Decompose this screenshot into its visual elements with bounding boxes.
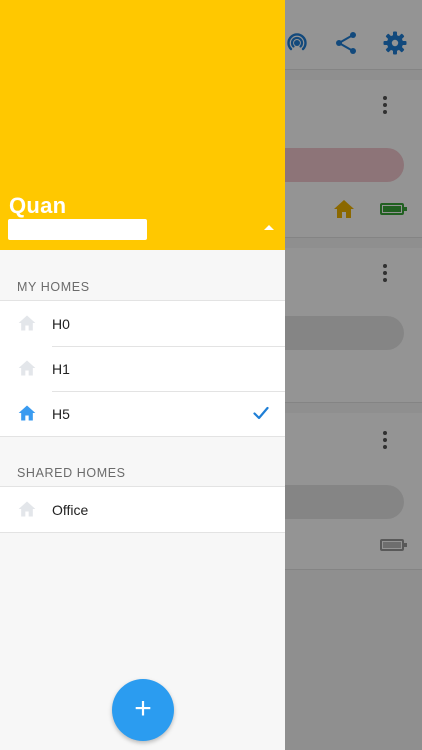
home-icon [18, 360, 36, 376]
home-item-label: H0 [52, 315, 70, 332]
drawer-header: Quan [0, 0, 285, 250]
my-homes-list: H0 H1 H5 [0, 300, 285, 437]
home-item-h5[interactable]: H5 [0, 391, 285, 436]
home-item-label: H1 [52, 360, 70, 377]
checkmark-icon [253, 406, 269, 420]
home-item-label: Office [52, 501, 89, 518]
account-switch-caret-icon[interactable] [264, 225, 274, 230]
home-item-office[interactable]: Office [0, 487, 285, 532]
home-icon [18, 501, 36, 517]
navigation-drawer: Quan MY HOMES H0 H1 H5 SHARED HOMES Offi… [0, 0, 285, 750]
home-icon [18, 405, 36, 421]
plus-icon: + [134, 692, 152, 725]
drawer-scrim[interactable] [285, 0, 422, 750]
shared-homes-list: Office [0, 486, 285, 533]
add-home-button[interactable]: + [112, 679, 174, 741]
home-item-h0[interactable]: H0 [0, 301, 285, 346]
my-homes-title: MY HOMES [17, 280, 90, 294]
home-item-h1[interactable]: H1 [0, 346, 285, 391]
home-icon [18, 315, 36, 331]
user-name: Quan [9, 193, 67, 218]
account-email-redacted [8, 219, 147, 240]
shared-homes-title: SHARED HOMES [17, 466, 126, 480]
home-item-label: H5 [52, 405, 70, 422]
